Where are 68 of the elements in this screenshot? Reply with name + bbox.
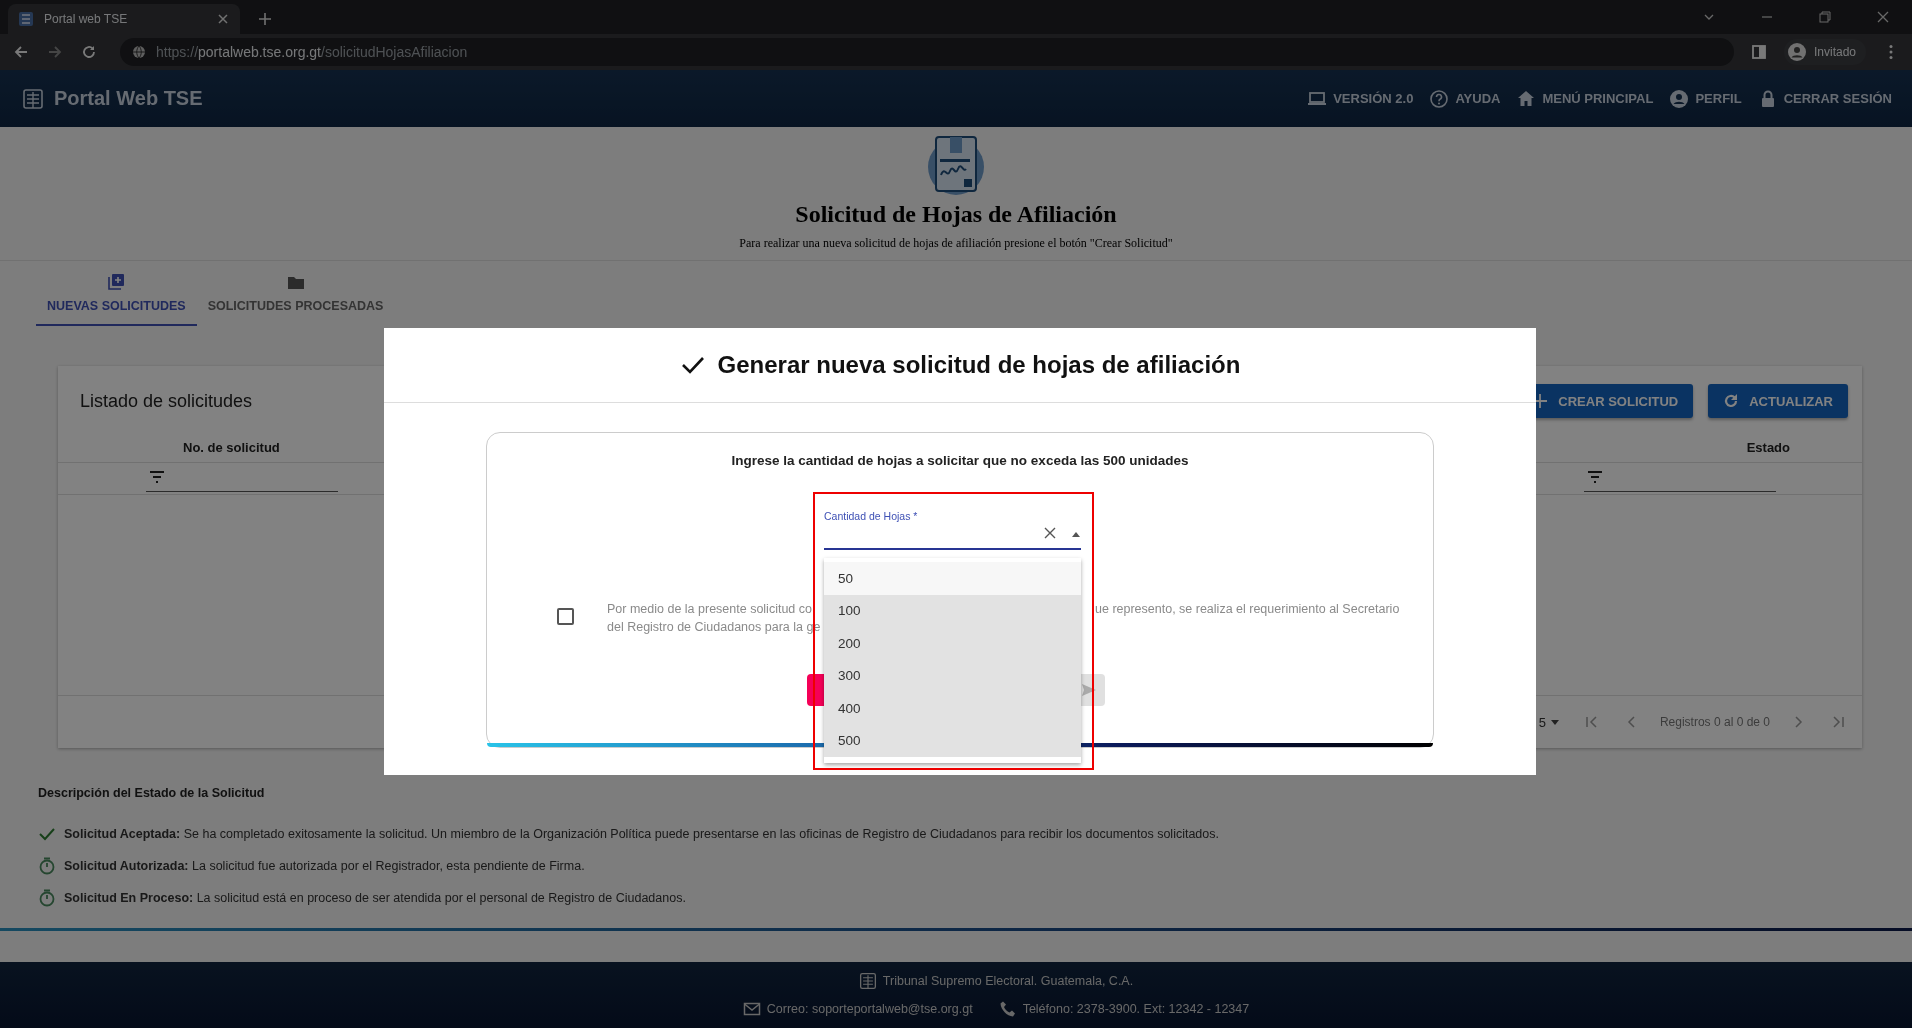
status-description: Solicitud Autorizada: La solicitud fue autorizada por el Registrador, esta pendiente de Firma. <box>64 859 585 873</box>
tab[interactable]: SOLICITUDES PROCESADAS <box>196 261 395 326</box>
timer-icon <box>38 857 56 875</box>
caret-icon <box>1549 717 1560 727</box>
option[interactable]: 100 <box>824 594 1081 627</box>
brand-title[interactable]: Portal Web TSE <box>54 87 203 110</box>
account-icon <box>1669 88 1690 109</box>
option[interactable]: 500 <box>824 724 1081 757</box>
dialog-title: Generar nueva solicitud de hojas de afiliación <box>717 351 1241 379</box>
filter-icon <box>148 468 166 486</box>
nav-link[interactable]: MENÚ PRINCIPAL <box>1516 88 1654 109</box>
checkbox[interactable] <box>557 608 574 625</box>
close-icon[interactable] <box>216 12 230 26</box>
restore-icon[interactable] <box>1818 10 1832 24</box>
quantity-select[interactable]: Cantidad de Hojas * <box>824 508 1081 550</box>
option[interactable]: 400 <box>824 692 1081 725</box>
refresh-button[interactable]: ACTUALIZAR <box>1708 384 1848 418</box>
option[interactable]: 200 <box>824 627 1081 660</box>
address-bar[interactable]: https://portalweb.tse.org.gt/solicitudHojasAfiliacion <box>120 38 1734 66</box>
instruction-text: Ingrese la cantidad de hojas a solicitar que no exceda las 500 unidades <box>730 453 1190 468</box>
column-header[interactable]: Estado <box>1746 439 1790 455</box>
caret-icon <box>1071 530 1081 540</box>
phone-icon <box>998 1000 1017 1018</box>
side-panel-icon[interactable] <box>1749 43 1768 61</box>
status-description: Solicitud Aceptada: Se ha completado exitosamente la solicitud. Un miembro de la Organización Política puede presentarse en las oficinas de Registro de Ciudadanos para recibir los documentos solicitados. <box>64 827 1219 841</box>
phone-text: Teléfono: 2378-3900. Ext: 12342 - 12347 <box>1022 1002 1250 1016</box>
nav-link[interactable]: PERFIL <box>1669 88 1742 109</box>
card-title: Listado de solicitudes <box>80 390 253 412</box>
filter-icon <box>1586 468 1604 486</box>
close-window-icon[interactable] <box>1876 10 1890 24</box>
last-page-icon[interactable] <box>1830 714 1846 730</box>
tab-title: Portal web TSE <box>44 12 129 26</box>
organization-name: Tribunal Supremo Electoral. Guatemala, C.A. <box>882 974 1134 988</box>
column-header[interactable]: No. de solicitud <box>183 439 280 455</box>
profile-button[interactable]: Invitado <box>1783 39 1866 65</box>
page-title: Solicitud de Hojas de Afiliación <box>795 201 1117 228</box>
document-icon <box>926 133 986 197</box>
page-size-select[interactable]: 5 <box>1538 714 1560 730</box>
nav-link[interactable]: AYUDA <box>1429 88 1501 109</box>
mail-icon <box>742 1000 761 1018</box>
option[interactable]: 50 <box>824 562 1081 595</box>
page-subtitle: Para realizar una nueva solicitud de hojas de afiliación presione el botón "Crear Solicitud" <box>739 236 1173 251</box>
site-icon <box>18 11 34 27</box>
clear-icon[interactable] <box>1043 526 1057 540</box>
timer-icon <box>38 889 56 907</box>
browser-tab[interactable]: Portal web TSE <box>8 4 240 34</box>
reload-icon[interactable] <box>80 43 98 61</box>
email-text: Correo: soporteportalweb@tse.org.gt <box>766 1002 973 1016</box>
legend-title: Descripción del Estado de la Solicitud <box>38 786 266 800</box>
help-icon <box>1429 88 1450 109</box>
consent-text: Por medio de la presente solicitud co <box>607 602 813 616</box>
status-description: Solicitud En Proceso: La solicitud está en proceso de ser atendida por el personal de Registro de Ciudadanos. <box>64 891 686 905</box>
send-icon <box>1081 682 1097 698</box>
new-tab-icon[interactable] <box>258 12 272 26</box>
site-info-icon[interactable] <box>132 45 146 59</box>
page-range: Registros 0 al 0 de 0 <box>1659 715 1770 729</box>
nav-link[interactable]: VERSIÓN 2.0 <box>1307 88 1414 109</box>
tab[interactable]: NUEVAS SOLICITUDES <box>36 261 197 326</box>
first-page-icon[interactable] <box>1583 714 1600 730</box>
avatar-icon <box>1787 43 1806 61</box>
url-text: https://portalweb.tse.org.gt/solicitudHojasAfiliacion <box>156 44 468 60</box>
logo-icon <box>858 972 877 990</box>
add-library-icon <box>107 272 126 291</box>
consent-text: ue represento, se realiza el requerimiento al Secretario <box>1095 602 1400 616</box>
refresh-icon <box>1723 393 1740 409</box>
option[interactable]: 300 <box>824 659 1081 692</box>
nav-link[interactable]: CERRAR SESIÓN <box>1757 88 1892 109</box>
logo-icon <box>22 87 44 110</box>
